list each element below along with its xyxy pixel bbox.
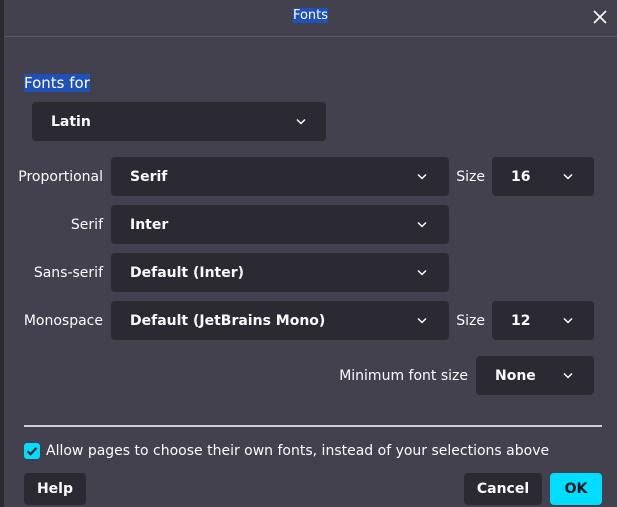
title-bar: Fonts [4, 0, 617, 37]
chevron-down-icon [417, 317, 427, 324]
monospace-select[interactable]: Default (JetBrains Mono) [111, 301, 449, 340]
allow-pages-checkbox[interactable] [24, 443, 40, 459]
chevron-down-icon [296, 118, 306, 125]
allow-pages-label[interactable]: Allow pages to choose their own fonts, i… [46, 443, 549, 459]
close-icon [593, 10, 607, 24]
language-select-value: Latin [51, 113, 91, 130]
proportional-label: Proportional [18, 169, 103, 185]
language-select[interactable]: Latin [32, 102, 326, 141]
sans-serif-label: Sans-serif [33, 265, 103, 281]
serif-select-value: Inter [130, 216, 169, 233]
proportional-size-value: 16 [511, 168, 531, 185]
fonts-for-heading: Fonts for [24, 74, 90, 92]
fonts-for-label: Fonts for [24, 74, 90, 92]
min-font-size-value: None [495, 367, 536, 384]
chevron-down-icon [563, 372, 573, 379]
monospace-size-value: 12 [511, 312, 531, 329]
window-edge [0, 0, 4, 507]
sans-serif-select-value: Default (Inter) [130, 264, 245, 281]
chevron-down-icon [563, 173, 573, 180]
serif-select[interactable]: Inter [111, 205, 449, 244]
sans-serif-select[interactable]: Default (Inter) [111, 253, 449, 292]
monospace-size-label: Size [456, 313, 485, 329]
proportional-size-label: Size [456, 169, 485, 185]
min-font-size-select[interactable]: None [476, 356, 594, 395]
proportional-select-value: Serif [130, 168, 168, 185]
proportional-size-select[interactable]: 16 [492, 157, 594, 196]
serif-label: Serif [70, 217, 103, 233]
cancel-button[interactable]: Cancel [464, 473, 542, 505]
dialog-title: Fonts [292, 8, 329, 23]
chevron-down-icon [417, 221, 427, 228]
ok-button[interactable]: OK [550, 473, 602, 505]
proportional-select[interactable]: Serif [111, 157, 449, 196]
monospace-size-select[interactable]: 12 [492, 301, 594, 340]
checkmark-icon [26, 447, 38, 456]
chevron-down-icon [417, 269, 427, 276]
min-font-size-label: Minimum font size [339, 368, 468, 384]
chevron-down-icon [417, 173, 427, 180]
monospace-label: Monospace [23, 313, 103, 329]
help-button[interactable]: Help [24, 473, 86, 505]
monospace-select-value: Default (JetBrains Mono) [130, 312, 326, 329]
divider [24, 425, 602, 427]
chevron-down-icon [563, 317, 573, 324]
close-button[interactable] [588, 6, 612, 28]
